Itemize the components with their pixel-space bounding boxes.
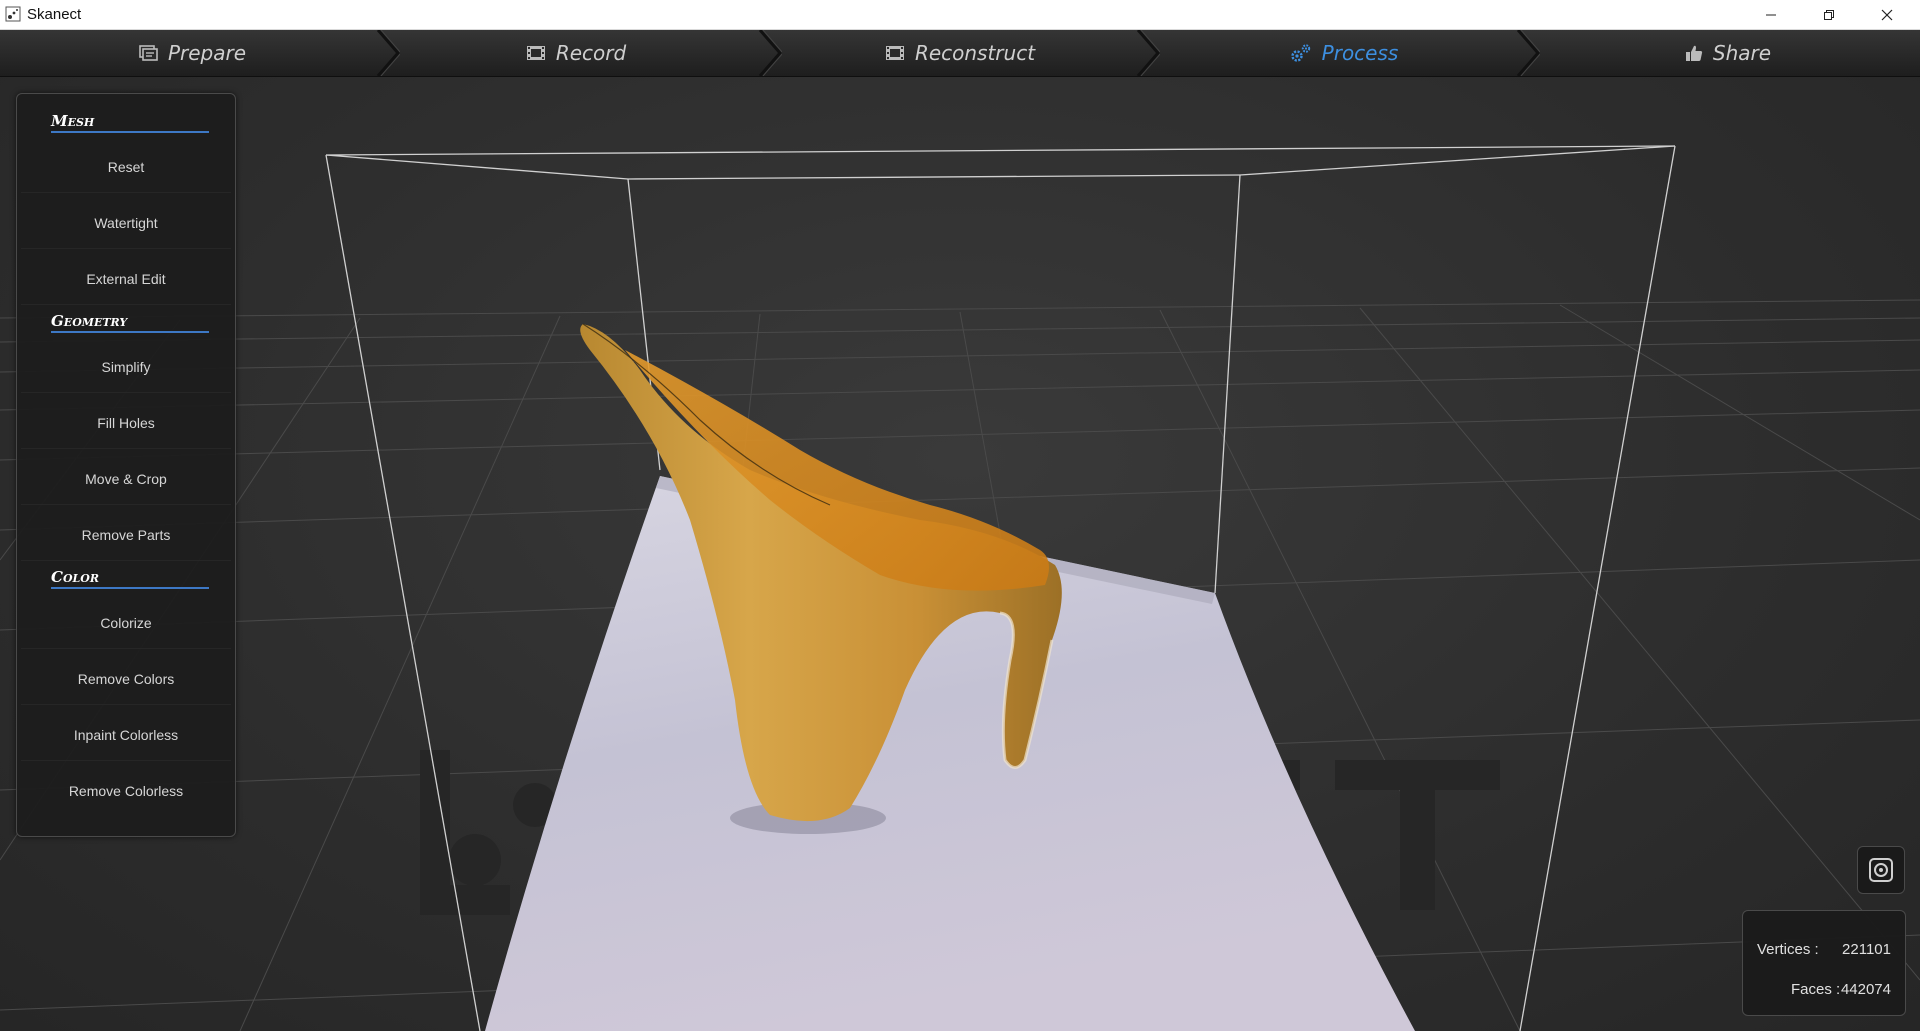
restore-button[interactable] <box>1800 0 1858 29</box>
remove-colorless-button[interactable]: Remove Colorless <box>21 766 231 816</box>
step-label: Prepare <box>167 41 247 65</box>
snapshot-button[interactable] <box>1857 846 1905 894</box>
mesh-stats-panel: Vertices : 221101 Faces : 442074 <box>1742 910 1906 1016</box>
watertight-button[interactable]: Watertight <box>21 198 231 249</box>
workflow-steps-bar: Prepare Record Reconstruct Process Share <box>0 30 1920 77</box>
vertices-row: Vertices : 221101 <box>1743 941 1905 961</box>
move-crop-button[interactable]: Move & Crop <box>21 454 231 505</box>
gears-icon <box>1290 44 1310 62</box>
section-title-geometry: Geometry <box>51 312 209 333</box>
external-edit-button[interactable]: External Edit <box>21 254 231 305</box>
step-label: Reconstruct <box>914 41 1036 65</box>
scene-canvas <box>0 145 1920 1031</box>
remove-parts-button[interactable]: Remove Parts <box>21 510 231 561</box>
camera-icon <box>1869 858 1893 882</box>
prepare-icon <box>139 45 158 61</box>
section-title-color: Color <box>51 568 209 589</box>
3d-viewport[interactable] <box>0 77 1920 1031</box>
vertices-value: 221101 <box>1842 941 1891 958</box>
title-bar: Skanect <box>0 0 1920 30</box>
app-logo-icon <box>5 6 21 22</box>
close-button[interactable] <box>1858 0 1916 29</box>
remove-colors-button[interactable]: Remove Colors <box>21 654 231 705</box>
step-prepare[interactable]: Prepare <box>0 30 384 76</box>
colorize-button[interactable]: Colorize <box>21 598 231 649</box>
reset-button[interactable]: Reset <box>21 142 231 193</box>
step-reconstruct[interactable]: Reconstruct <box>768 30 1152 76</box>
section-title-mesh: Mesh <box>51 112 209 133</box>
close-icon <box>1881 9 1893 20</box>
thumbs-up-icon <box>1685 45 1703 61</box>
window-title: Skanect <box>27 6 82 23</box>
step-record[interactable]: Record <box>384 30 768 76</box>
restore-icon <box>1824 9 1834 20</box>
step-label: Record <box>555 41 627 65</box>
minimize-button[interactable] <box>1742 0 1800 29</box>
fill-holes-button[interactable]: Fill Holes <box>21 398 231 449</box>
faces-row: Faces : 442074 <box>1743 981 1905 1001</box>
step-label: Share <box>1712 41 1772 65</box>
inpaint-colorless-button[interactable]: Inpaint Colorless <box>21 710 231 761</box>
step-process[interactable]: Process <box>1152 30 1536 76</box>
step-share[interactable]: Share <box>1536 30 1920 76</box>
faces-value: 442074 <box>1840 981 1891 998</box>
process-tools-panel: Mesh Reset Watertight External Edit Geom… <box>16 93 236 837</box>
faces-label: Faces : <box>1791 981 1841 998</box>
film-icon <box>526 46 545 60</box>
minimize-icon <box>1766 14 1776 15</box>
skanect-window: Skanect Prepare Record Reconstruct Proce… <box>0 0 1920 1031</box>
simplify-button[interactable]: Simplify <box>21 342 231 393</box>
vertices-label: Vertices : <box>1757 941 1819 958</box>
film-icon <box>885 46 904 60</box>
step-label: Process <box>1321 41 1399 65</box>
